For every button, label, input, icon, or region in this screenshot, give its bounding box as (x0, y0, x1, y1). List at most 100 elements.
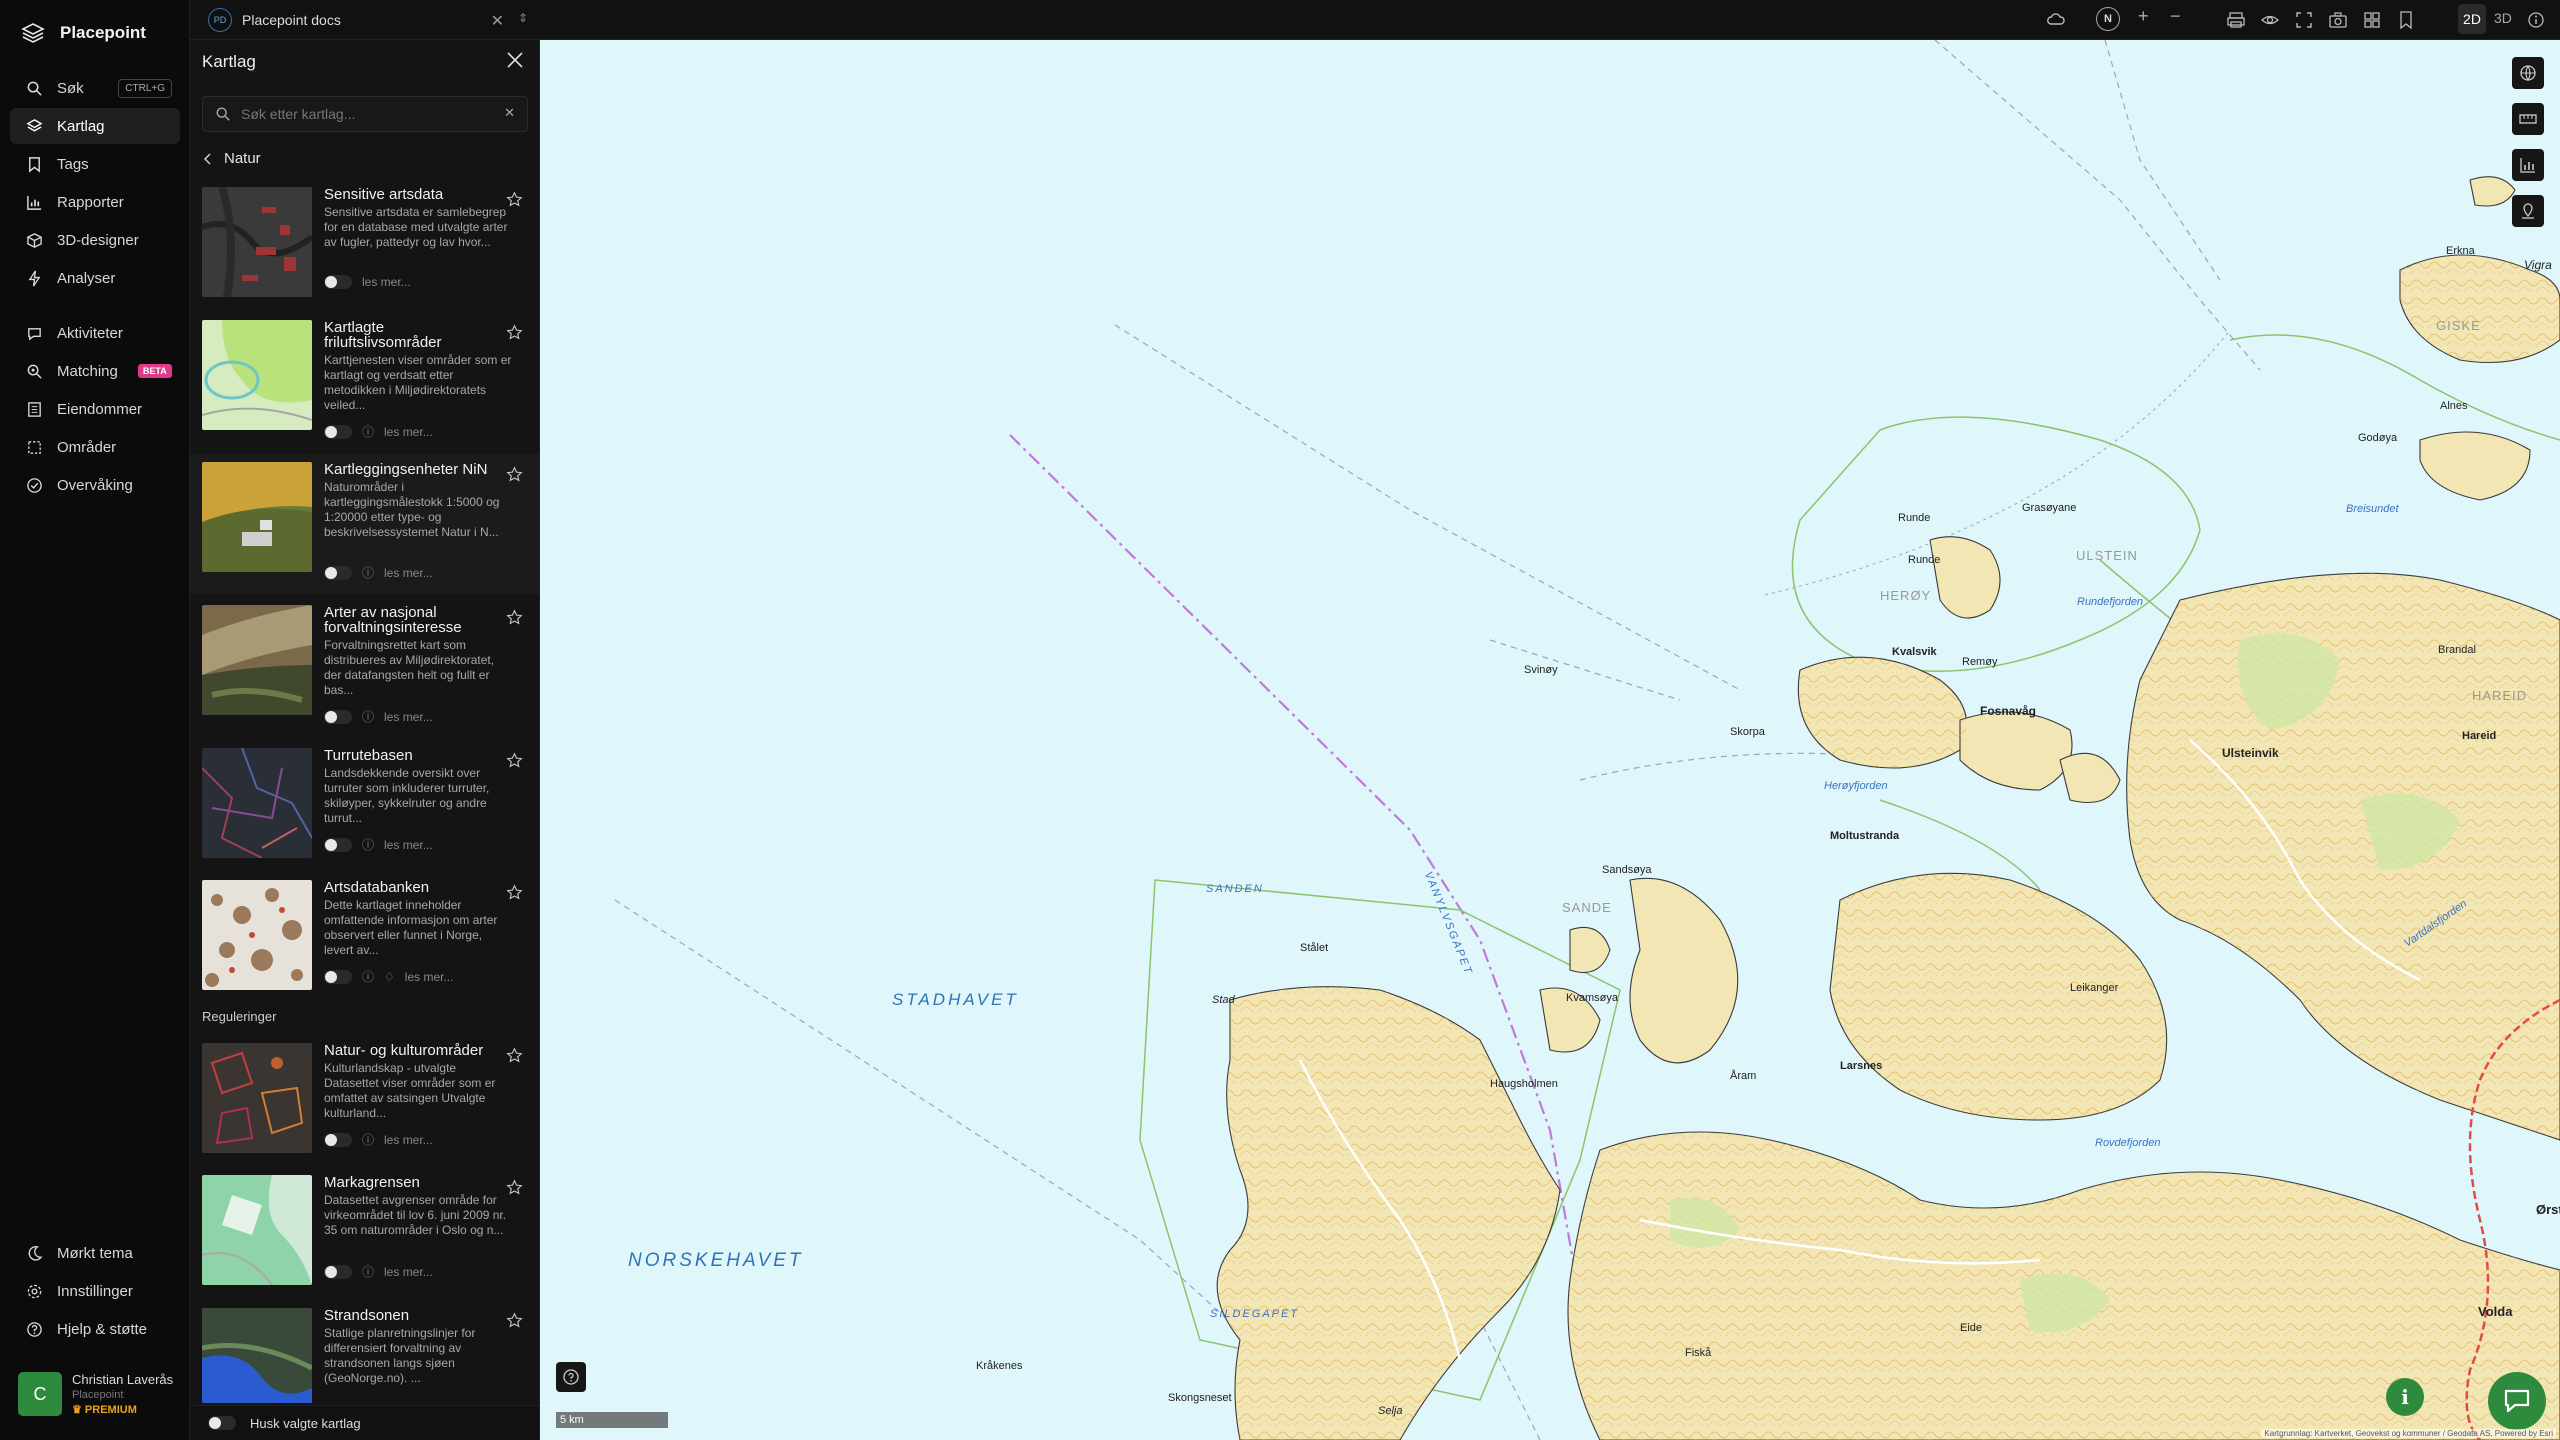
layer-item[interactable]: Turrutebasen Landsdekkende oversikt over… (190, 748, 539, 888)
star-icon[interactable] (506, 752, 523, 769)
read-more-link[interactable]: les mer... (384, 1265, 433, 1279)
star-icon[interactable] (506, 324, 523, 341)
map-label-selja: Selja (1378, 1405, 1403, 1417)
read-more-link[interactable]: les mer... (384, 838, 433, 852)
nav-item-dark-theme[interactable]: Mørkt tema (10, 1235, 180, 1271)
remember-toggle[interactable] (208, 1416, 236, 1430)
layer-item[interactable]: Strandsonen Statlige planretningslinjer … (190, 1308, 539, 1403)
grid-icon[interactable] (2362, 10, 2382, 30)
read-more-link[interactable]: les mer... (384, 1133, 433, 1147)
print-icon[interactable] (2226, 10, 2246, 30)
star-icon[interactable] (506, 609, 523, 626)
layer-item[interactable]: Natur- og kulturområder Kulturlandskap -… (190, 1043, 539, 1183)
pin-edit-icon (2522, 203, 2534, 219)
layer-item[interactable]: Kartlagte friluftslivsområder Karttjenes… (190, 320, 539, 460)
fullscreen-icon[interactable] (2294, 10, 2314, 30)
nav-item-3d-designer[interactable]: 3D-designer (10, 222, 180, 258)
cloud-icon[interactable] (2046, 10, 2066, 30)
star-icon[interactable] (506, 466, 523, 483)
location-button[interactable] (2512, 195, 2544, 227)
info-icon[interactable]: ⓘ (362, 708, 374, 725)
info-icon[interactable]: ⓘ (362, 968, 374, 985)
info-icon[interactable]: ⓘ (362, 836, 374, 853)
star-icon[interactable] (506, 1312, 523, 1329)
nav-item-analyses[interactable]: Analyser (10, 260, 180, 296)
map-canvas[interactable]: STADHAVET NORSKEHAVET SANDEN SANDE VANYL… (540, 40, 2560, 1440)
nav-label: Overvåking (57, 476, 133, 494)
eye-icon[interactable] (2260, 10, 2280, 30)
nav-item-search[interactable]: Søk CTRL+G (10, 70, 180, 106)
nav-item-areas[interactable]: Områder (10, 429, 180, 465)
star-icon[interactable] (506, 884, 523, 901)
layer-item[interactable]: Arter av nasjonal forvaltningsinteresse … (190, 605, 539, 745)
info-icon[interactable] (2526, 10, 2546, 30)
mode-2d-button[interactable]: 2D (2458, 4, 2486, 34)
nav-item-activities[interactable]: Aktiviteter (10, 315, 180, 351)
remember-layers-row[interactable]: Husk valgte kartlag (190, 1405, 539, 1440)
layer-search-input[interactable] (241, 106, 491, 122)
help-icon (563, 1369, 579, 1385)
read-more-link[interactable]: les mer... (405, 970, 454, 984)
layer-toggle[interactable] (324, 1264, 352, 1279)
nav-item-kartlag[interactable]: Kartlag (10, 108, 180, 144)
info-button[interactable]: i (2386, 1378, 2424, 1416)
info-icon[interactable]: ⓘ (362, 1263, 374, 1280)
close-panel-icon[interactable] (503, 48, 527, 72)
map-help-button[interactable] (556, 1362, 586, 1392)
star-icon[interactable] (506, 1047, 523, 1064)
layer-toggle[interactable] (324, 1132, 352, 1147)
star-icon[interactable] (506, 191, 523, 208)
info-icon[interactable]: ⓘ (362, 423, 374, 440)
user-org: Placepoint (72, 1389, 124, 1401)
thumb-up-icon[interactable]: ♢ (384, 970, 395, 984)
breadcrumb-back[interactable]: Natur (202, 150, 261, 167)
zoom-out-button[interactable]: − (2170, 6, 2181, 27)
map-label-sildegapet: SILDEGAPET (1210, 1308, 1300, 1320)
zoom-in-button[interactable]: + (2138, 6, 2149, 27)
nav-item-properties[interactable]: Eiendommer (10, 391, 180, 427)
nav-item-tags[interactable]: Tags (10, 146, 180, 182)
chart-button[interactable] (2512, 149, 2544, 181)
nav-item-help[interactable]: Hjelp & støtte (10, 1311, 180, 1347)
layer-item[interactable]: Kartleggingsenheter NiN Naturområder i k… (190, 454, 539, 594)
nav-item-reports[interactable]: Rapporter (10, 184, 180, 220)
layer-search: ✕ (202, 96, 528, 132)
read-more-link[interactable]: les mer... (384, 566, 433, 580)
info-icon[interactable]: ⓘ (362, 564, 374, 581)
map-style-button[interactable] (2512, 57, 2544, 89)
read-more-link[interactable]: les mer... (384, 425, 433, 439)
nav-item-monitoring[interactable]: Overvåking (10, 467, 180, 503)
read-more-link[interactable]: les mer... (384, 710, 433, 724)
layer-item[interactable]: Artsdatabanken Dette kartlaget inneholde… (190, 880, 539, 1020)
map-label-remoy: Remøy (1962, 656, 1998, 668)
brand[interactable]: Placepoint (20, 20, 146, 46)
measure-button[interactable] (2512, 103, 2544, 135)
map-label-rovdefjorden: Rovdefjorden (2095, 1137, 2161, 1149)
chat-button[interactable] (2488, 1372, 2546, 1430)
star-icon[interactable] (506, 1179, 523, 1196)
info-icon[interactable]: ⓘ (362, 1131, 374, 1148)
camera-icon[interactable] (2328, 10, 2348, 30)
layer-toggle[interactable] (324, 837, 352, 852)
read-more-link[interactable]: les mer... (362, 275, 411, 289)
nav-item-matching[interactable]: Matching BETA (10, 353, 180, 389)
layer-toggle[interactable] (324, 709, 352, 724)
user-profile[interactable]: C Christian Laverås Placepoint ♛ PREMIUM (18, 1372, 173, 1416)
layer-toggle[interactable] (324, 565, 352, 580)
chevron-updown-icon[interactable]: ⇕ (518, 11, 528, 25)
layer-toggle[interactable] (324, 275, 352, 289)
nav-item-settings[interactable]: Innstillinger (10, 1273, 180, 1309)
mode-3d-button[interactable]: 3D (2494, 10, 2512, 26)
layer-thumbnail (202, 1308, 312, 1403)
layer-toggle[interactable] (324, 424, 352, 439)
layer-toggle[interactable] (324, 969, 352, 984)
layer-item[interactable]: Sensitive artsdata Sensitive artsdata er… (190, 187, 539, 327)
clear-icon[interactable]: ✕ (504, 105, 515, 121)
workspace-tab[interactable]: PD Placepoint docs ✕ ⇕ (190, 0, 540, 40)
compass-button[interactable]: N (2096, 7, 2120, 31)
map-label-leikanger: Leikanger (2070, 982, 2119, 994)
bookmark-icon[interactable] (2396, 10, 2416, 30)
close-icon[interactable]: ✕ (491, 11, 504, 31)
layer-item[interactable]: Markagrensen Datasettet avgrenser område… (190, 1175, 539, 1315)
layer-controls: les mer... (324, 275, 411, 289)
